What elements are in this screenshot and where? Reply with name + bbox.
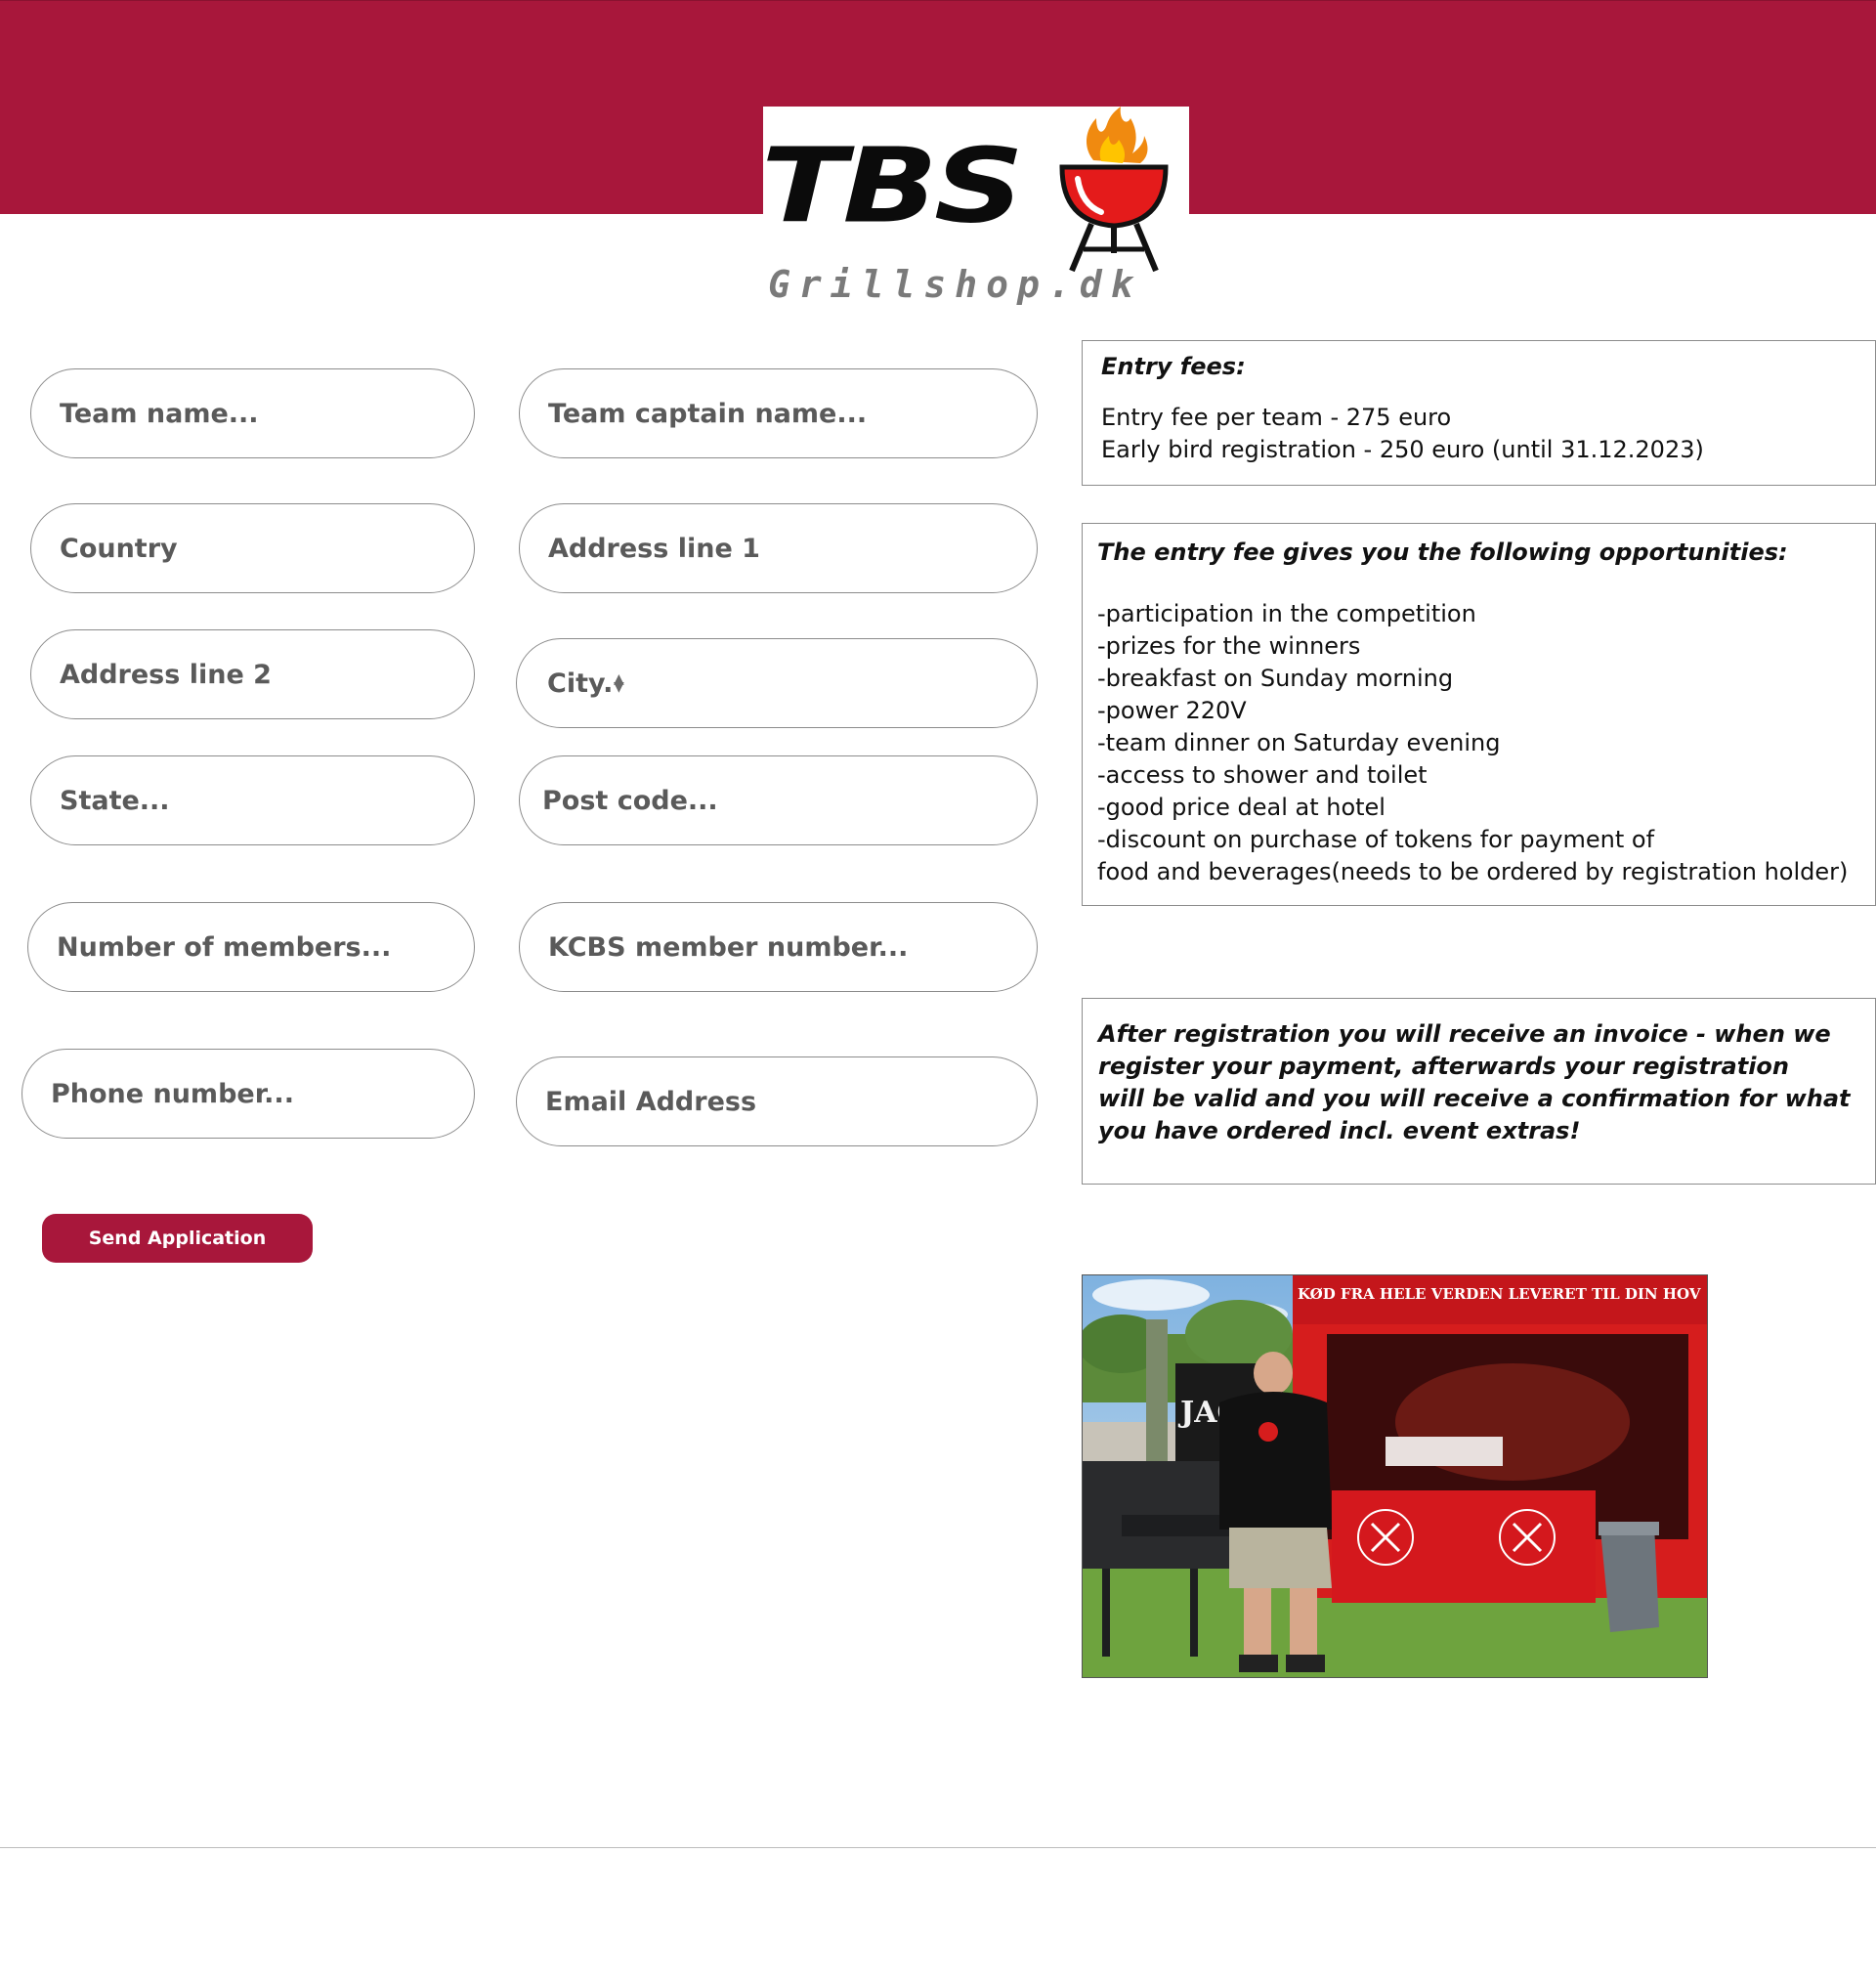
address-line-1-input[interactable] xyxy=(548,533,1037,564)
city-input[interactable] xyxy=(547,668,616,699)
state-field[interactable] xyxy=(30,755,475,845)
opportunity-item: -power 220V xyxy=(1097,697,1247,724)
team-name-input[interactable] xyxy=(60,398,474,429)
email-address-field[interactable] xyxy=(516,1056,1038,1146)
notice-line: you have ordered incl. event extras! xyxy=(1098,1117,1581,1144)
entry-fees-box: Entry fees: Entry fee per team - 275 eur… xyxy=(1082,340,1876,486)
post-code-input[interactable] xyxy=(542,785,1037,816)
spinner-icon[interactable]: ▲ ▼ xyxy=(614,672,624,694)
photo-banner-text: KØD FRA HELE VERDEN LEVERET TIL DIN HOV xyxy=(1298,1285,1701,1303)
number-of-members-input[interactable] xyxy=(57,931,474,963)
entry-fee-line: Entry fee per team - 275 euro xyxy=(1101,404,1452,431)
phone-number-input[interactable] xyxy=(51,1078,474,1109)
team-captain-field[interactable] xyxy=(519,368,1038,458)
send-application-button[interactable]: Send Application xyxy=(42,1214,313,1263)
notice-line: will be valid and you will receive a con… xyxy=(1098,1085,1851,1112)
number-of-members-field[interactable] xyxy=(27,902,475,992)
email-address-input[interactable] xyxy=(545,1086,1037,1117)
country-input[interactable] xyxy=(60,533,474,564)
notice-box: After registration you will receive an i… xyxy=(1082,998,1876,1185)
opportunity-item: -discount on purchase of tokens for paym… xyxy=(1097,826,1655,853)
opportunity-item: -good price deal at hotel xyxy=(1097,794,1386,821)
state-input[interactable] xyxy=(60,785,474,816)
logo: TBS Grillshop.dk xyxy=(761,107,1189,303)
logo-brand: TBS xyxy=(761,126,1024,247)
kcbs-member-number-field[interactable] xyxy=(519,902,1038,992)
entry-fee-line: Early bird registration - 250 euro (unti… xyxy=(1101,436,1704,463)
grill-icon xyxy=(1059,107,1169,273)
city-field[interactable]: ▲▼ xyxy=(516,638,1038,728)
event-photo: JACK DA KØD FRA HELE VERDEN LEVERET TIL … xyxy=(1082,1274,1708,1678)
opportunity-item: -breakfast on Sunday morning xyxy=(1097,665,1454,692)
phone-number-field[interactable] xyxy=(21,1049,475,1139)
footer-divider xyxy=(0,1847,1876,1848)
post-code-field[interactable] xyxy=(519,755,1038,845)
opportunity-item: -participation in the competition xyxy=(1097,600,1476,627)
opportunity-item: -prizes for the winners xyxy=(1097,632,1361,660)
address-line-2-input[interactable] xyxy=(60,659,474,690)
kcbs-member-number-input[interactable] xyxy=(548,931,1037,963)
entry-fees-title: Entry fees: xyxy=(1101,353,1246,380)
notice-line: register your payment, afterwards your r… xyxy=(1098,1053,1789,1080)
country-field[interactable] xyxy=(30,503,475,593)
opportunity-item: food and beverages(needs to be ordered b… xyxy=(1097,858,1849,885)
notice-line: After registration you will receive an i… xyxy=(1098,1020,1831,1048)
team-captain-input[interactable] xyxy=(548,398,1037,429)
opportunities-box: The entry fee gives you the following op… xyxy=(1082,523,1876,906)
team-name-field[interactable] xyxy=(30,368,475,458)
address-line-2-field[interactable] xyxy=(30,629,475,719)
opportunity-item: -team dinner on Saturday evening xyxy=(1097,729,1501,756)
address-line-1-field[interactable] xyxy=(519,503,1038,593)
opportunities-title: The entry fee gives you the following op… xyxy=(1097,539,1788,566)
opportunity-item: -access to shower and toilet xyxy=(1097,761,1428,789)
